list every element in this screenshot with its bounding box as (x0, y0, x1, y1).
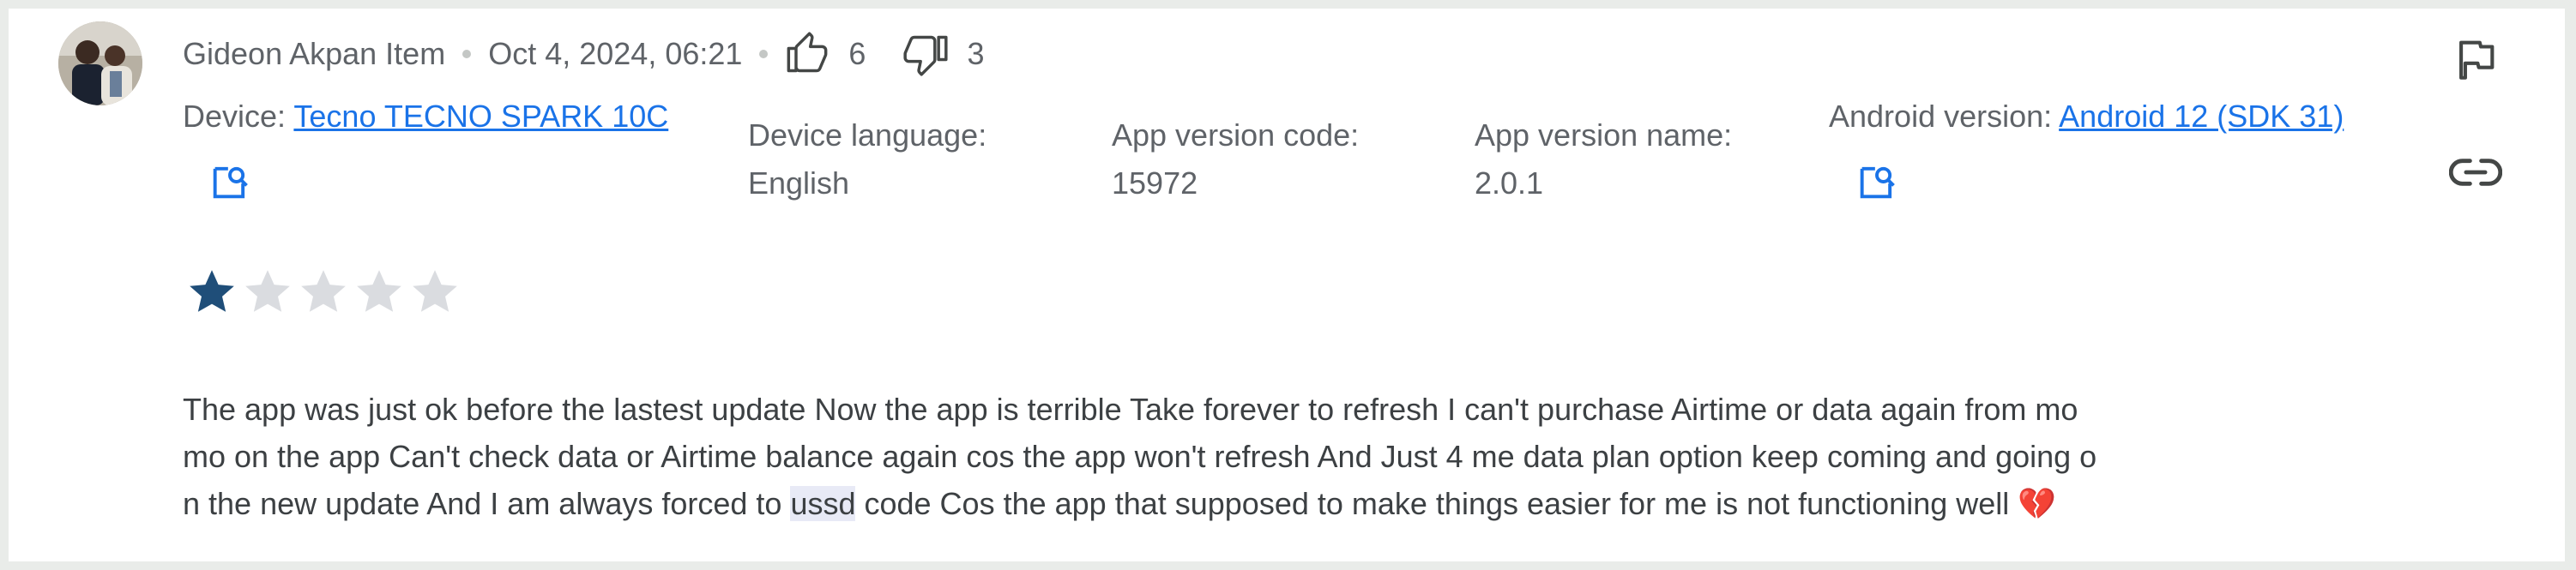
device-link[interactable]: Tecno TECNO SPARK 10C (293, 99, 668, 134)
separator-dot (759, 50, 769, 58)
language-label: Device language: (748, 117, 987, 153)
avatar (58, 21, 142, 105)
broken-heart-emoji: 💔 (2018, 486, 2057, 521)
star-rating (185, 266, 464, 319)
device-lookup-icon[interactable] (208, 159, 252, 204)
star-empty-icon (301, 270, 346, 312)
star-empty-icon (413, 270, 457, 312)
version-code-value: 15972 (1112, 165, 1198, 201)
review-text: The app was just ok before the lastest u… (183, 386, 2310, 527)
star-filled-icon (190, 270, 234, 312)
android-label: Android version: (1829, 99, 2053, 134)
separator-dot (462, 50, 472, 58)
thumbs-up-icon (787, 32, 828, 73)
review-date: Oct 4, 2024, 06:21 (488, 36, 743, 71)
android-info: Android version: Android 12 (SDK 31) (1829, 93, 2344, 141)
language-value: English (748, 165, 850, 201)
review-meta: Gideon Akpan Item Oct 4, 2024, 06:21 6 3 (183, 30, 984, 78)
star-empty-icon (357, 270, 401, 312)
review-text-highlight: ussd (790, 486, 856, 521)
link-icon[interactable] (2449, 150, 2502, 195)
thumbs-up-count: 6 (848, 36, 866, 71)
version-name-label: App version name: (1475, 117, 1733, 153)
version-name-value: 2.0.1 (1475, 165, 1544, 201)
thumbs-down-count: 3 (967, 36, 985, 71)
android-link[interactable]: Android 12 (SDK 31) (2059, 99, 2344, 134)
author-name: Gideon Akpan Item (183, 36, 446, 71)
version-code-info: App version code: 15972 (1112, 111, 1359, 207)
review-text-part2: code Cos the app that supposed to make t… (855, 486, 2018, 521)
language-info: Device language: English (748, 111, 986, 207)
device-info: Device: Tecno TECNO SPARK 10C (183, 93, 668, 141)
thumbs-up-button[interactable]: 6 (785, 32, 866, 76)
device-label: Device: (183, 99, 287, 134)
thumbs-down-icon (903, 35, 949, 76)
star-empty-icon (245, 270, 290, 312)
thumbs-down-button[interactable]: 3 (903, 32, 984, 76)
flag-icon[interactable] (2451, 34, 2501, 84)
version-name-info: App version name: 2.0.1 (1475, 111, 1732, 207)
review-card: Gideon Akpan Item Oct 4, 2024, 06:21 6 3… (9, 9, 2565, 561)
version-code-label: App version code: (1112, 117, 1360, 153)
android-lookup-icon[interactable] (1855, 159, 1899, 204)
